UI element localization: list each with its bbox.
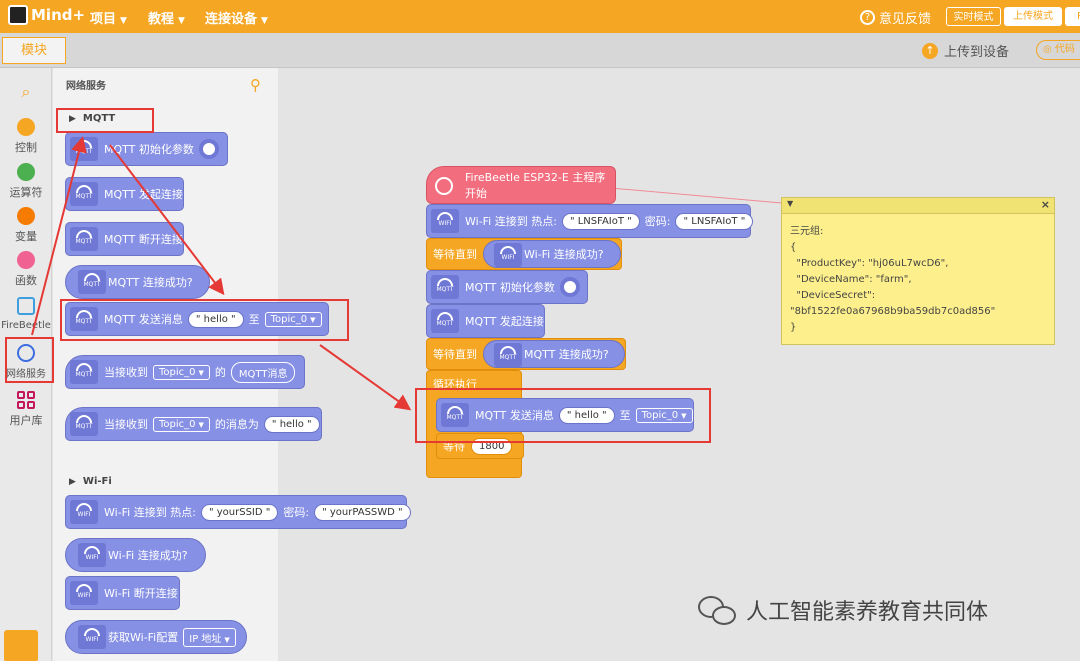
- wechat-icon: [698, 594, 738, 626]
- watermark: 人工智能素养教育共同体: [698, 594, 988, 626]
- annotation-arrows: [31, 136, 412, 411]
